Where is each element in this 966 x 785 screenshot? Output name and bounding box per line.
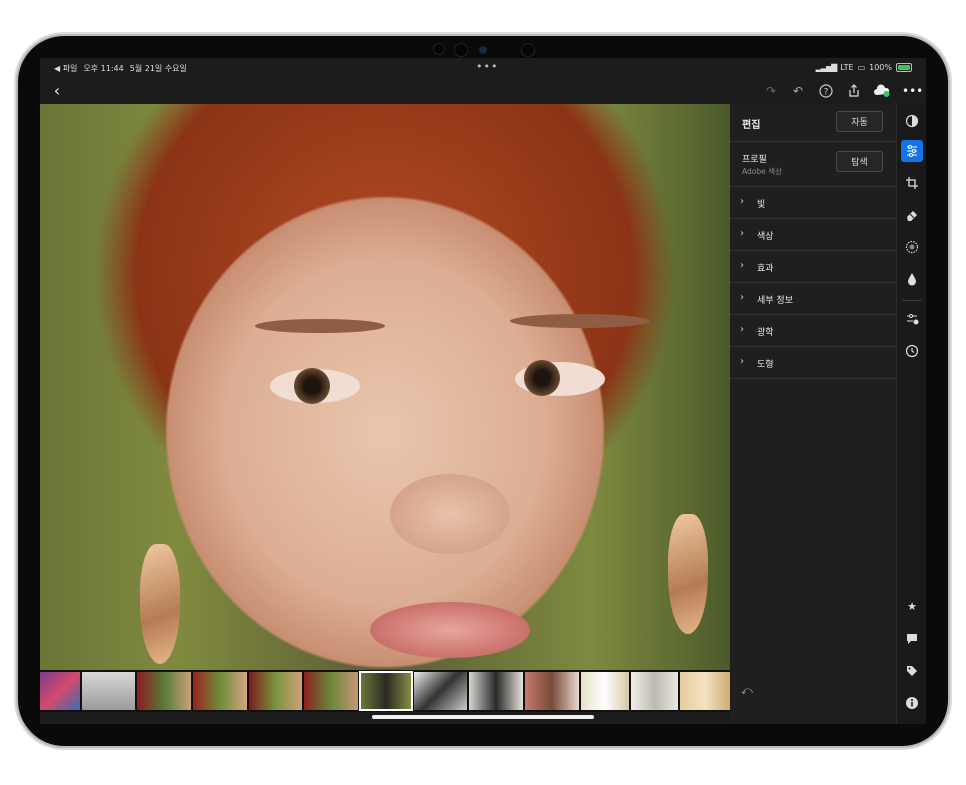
camera-lens	[522, 44, 534, 56]
multitasking-handle[interactable]: •••	[476, 60, 498, 73]
photo-canvas[interactable]	[40, 104, 730, 670]
photo-detail	[390, 474, 510, 554]
camera-sensor	[434, 44, 444, 54]
versions-icon[interactable]	[901, 308, 923, 330]
screen: ◀ 파일 오후 11:44 5월 21일 수요일 ••• ▂▃▅▇ LTE ▭ …	[40, 58, 926, 724]
profile-row[interactable]: 프로필 Adobe 색상 탐색	[730, 142, 896, 187]
comment-icon[interactable]	[901, 628, 923, 650]
filmstrip-thumb[interactable]	[137, 672, 192, 710]
cloud-sync-icon[interactable]	[873, 82, 891, 100]
reset-icon[interactable]: ⤺	[741, 684, 753, 698]
star-icon[interactable]: ★	[901, 596, 923, 618]
filmstrip-thumb[interactable]	[469, 672, 524, 710]
filmstrip-thumb-selected[interactable]	[359, 671, 413, 711]
panel-header: 편집 자동	[730, 104, 896, 142]
section-detail[interactable]: › 세부 정보	[730, 283, 896, 315]
filmstrip-thumb[interactable]	[248, 672, 303, 710]
presets-icon[interactable]	[901, 110, 923, 132]
home-indicator[interactable]	[372, 715, 594, 719]
edit-panel: 편집 자동 프로필 Adobe 색상 탐색 › 빛 › 색상 › 효과 › 세부…	[730, 104, 896, 724]
filmstrip-thumb[interactable]	[630, 672, 679, 710]
top-toolbar: ‹ ↷ ↶ ? •••	[40, 78, 926, 104]
chevron-right-icon: ›	[740, 260, 744, 271]
back-to-app-link[interactable]: ◀ 파일	[54, 63, 77, 74]
battery-percent: 100%	[869, 63, 892, 72]
history-icon[interactable]	[901, 340, 923, 362]
section-label: 도형	[757, 360, 774, 370]
photo-detail	[294, 368, 330, 404]
blur-icon[interactable]	[901, 268, 923, 290]
photo-detail	[255, 319, 385, 333]
filmstrip-thumb[interactable]	[525, 672, 579, 710]
signal-icon: ▂▃▅▇	[815, 63, 838, 72]
filmstrip-thumb[interactable]	[81, 672, 136, 710]
photo-detail	[524, 360, 560, 396]
panel-title: 편집	[742, 120, 761, 131]
photo-detail	[370, 602, 530, 658]
filmstrip[interactable]	[40, 670, 730, 712]
tag-icon[interactable]	[901, 660, 923, 682]
tool-rail: ★	[896, 104, 926, 724]
auto-button[interactable]: 자동	[836, 111, 883, 132]
photo-detail	[510, 314, 650, 328]
svg-text:?: ?	[824, 88, 829, 98]
healing-icon[interactable]	[901, 204, 923, 226]
redo-icon[interactable]: ↷	[762, 82, 780, 100]
share-icon[interactable]	[845, 82, 863, 100]
battery-icon	[896, 63, 912, 72]
status-bar: ◀ 파일 오후 11:44 5월 21일 수요일 ••• ▂▃▅▇ LTE ▭ …	[40, 58, 926, 78]
info-icon[interactable]	[901, 692, 923, 714]
filmstrip-thumb[interactable]	[304, 672, 359, 710]
help-icon[interactable]: ?	[817, 82, 835, 100]
section-label: 광학	[757, 328, 774, 338]
chevron-right-icon: ›	[740, 196, 744, 207]
profile-value: Adobe 색상	[742, 167, 782, 176]
undo-icon[interactable]: ↶	[789, 82, 807, 100]
rail-divider	[902, 300, 922, 301]
more-icon[interactable]: •••	[902, 82, 923, 100]
filmstrip-thumb[interactable]	[193, 672, 247, 710]
masking-icon[interactable]	[901, 236, 923, 258]
filmstrip-thumb[interactable]	[580, 672, 629, 710]
section-effects[interactable]: › 효과	[730, 251, 896, 283]
network-type: LTE	[840, 63, 854, 72]
section-color[interactable]: › 색상	[730, 219, 896, 251]
camera-indicator	[480, 47, 486, 53]
filmstrip-thumb[interactable]	[413, 672, 468, 710]
chevron-right-icon: ›	[740, 228, 744, 239]
chevron-right-icon: ›	[740, 356, 744, 367]
edit-sliders-icon[interactable]	[901, 140, 923, 162]
section-light[interactable]: › 빛	[730, 187, 896, 219]
filmstrip-thumb[interactable]	[40, 672, 80, 710]
camera-lens	[455, 44, 467, 56]
section-optics[interactable]: › 광학	[730, 315, 896, 347]
status-time: 오후 11:44	[83, 64, 124, 73]
section-label: 색상	[757, 232, 774, 242]
section-label: 세부 정보	[757, 296, 793, 306]
profile-label: 프로필	[742, 155, 767, 165]
filmstrip-thumb[interactable]	[680, 672, 730, 710]
browse-button[interactable]: 탐색	[836, 151, 883, 172]
status-date: 5월 21일 수요일	[129, 64, 187, 73]
section-geometry[interactable]: › 도형	[730, 347, 896, 379]
chevron-right-icon: ›	[740, 324, 744, 335]
section-label: 빛	[757, 200, 766, 210]
chevron-left-icon[interactable]: ‹	[48, 82, 66, 100]
crop-icon[interactable]	[901, 172, 923, 194]
photo-detail	[140, 544, 180, 664]
section-label: 효과	[757, 264, 774, 274]
chevron-right-icon: ›	[740, 292, 744, 303]
screen-mirror-icon: ▭	[857, 63, 866, 72]
photo-detail	[668, 514, 708, 634]
